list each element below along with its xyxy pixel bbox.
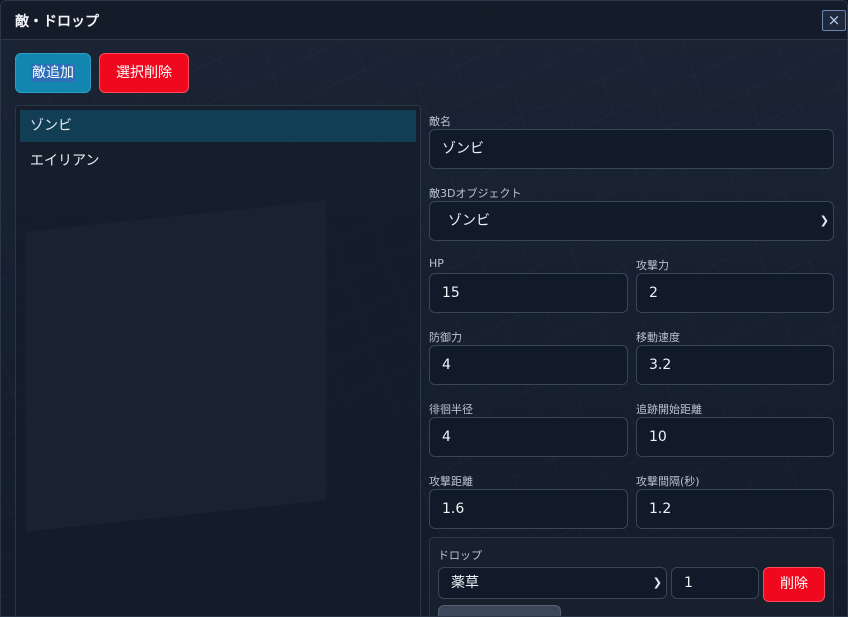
attack-range-label: 攻撃距離: [429, 475, 473, 488]
drop-item-select[interactable]: 薬草 ❯: [438, 567, 667, 599]
close-icon[interactable]: ×: [822, 10, 846, 31]
chevron-down-icon: ❯: [819, 214, 829, 227]
window-title: 敵・ドロップ: [15, 14, 99, 30]
add-enemy-label: 敵追加: [31, 64, 75, 82]
drop-label: ドロップ: [438, 549, 482, 562]
speed-label: 移動速度: [636, 331, 680, 344]
attack-range-input[interactable]: 1.6: [429, 489, 628, 529]
enemy-list: ゾンビ エイリアン: [15, 105, 421, 616]
speed-input[interactable]: 3.2: [636, 345, 834, 385]
drop-item-value: 薬草: [451, 575, 479, 591]
enemy-name-input[interactable]: ゾンビ: [429, 129, 834, 169]
chevron-down-icon: ❯: [652, 576, 662, 589]
wander-radius-input[interactable]: 4: [429, 417, 628, 457]
attack-input[interactable]: 2: [636, 273, 834, 313]
drop-quantity-input[interactable]: 1: [671, 567, 759, 599]
list-background-shape: [26, 200, 326, 532]
hp-label: HP: [429, 257, 444, 270]
defense-label: 防御力: [429, 331, 462, 344]
enemy-object-value: ゾンビ: [448, 213, 490, 229]
hp-input[interactable]: 15: [429, 273, 628, 313]
drop-remove-button[interactable]: 削除: [763, 567, 825, 602]
delete-selected-button[interactable]: 選択削除: [99, 53, 189, 93]
enemy-object-label: 敵3Dオブジェクト: [429, 187, 522, 200]
add-enemy-button[interactable]: 敵追加: [15, 53, 91, 93]
enemy-object-select[interactable]: ゾンビ ❯: [429, 201, 834, 241]
attack-interval-label: 攻撃間隔(秒): [636, 475, 700, 488]
attack-label: 攻撃力: [636, 259, 669, 272]
list-item[interactable]: エイリアン: [20, 145, 416, 177]
list-item[interactable]: ゾンビ: [20, 110, 416, 142]
defense-input[interactable]: 4: [429, 345, 628, 385]
chase-distance-input[interactable]: 10: [636, 417, 834, 457]
enemy-drop-window: 敵・ドロップ × 敵追加 選択削除 ゾンビ エイリアン 敵名 ゾンビ 敵3Dオブ…: [0, 0, 848, 617]
attack-interval-input[interactable]: 1.2: [636, 489, 834, 529]
title-bar: 敵・ドロップ ×: [1, 1, 847, 40]
enemy-name-label: 敵名: [429, 115, 451, 128]
wander-radius-label: 徘徊半径: [429, 403, 473, 416]
drop-add-button[interactable]: [438, 605, 561, 616]
chase-distance-label: 追跡開始距離: [636, 403, 702, 416]
